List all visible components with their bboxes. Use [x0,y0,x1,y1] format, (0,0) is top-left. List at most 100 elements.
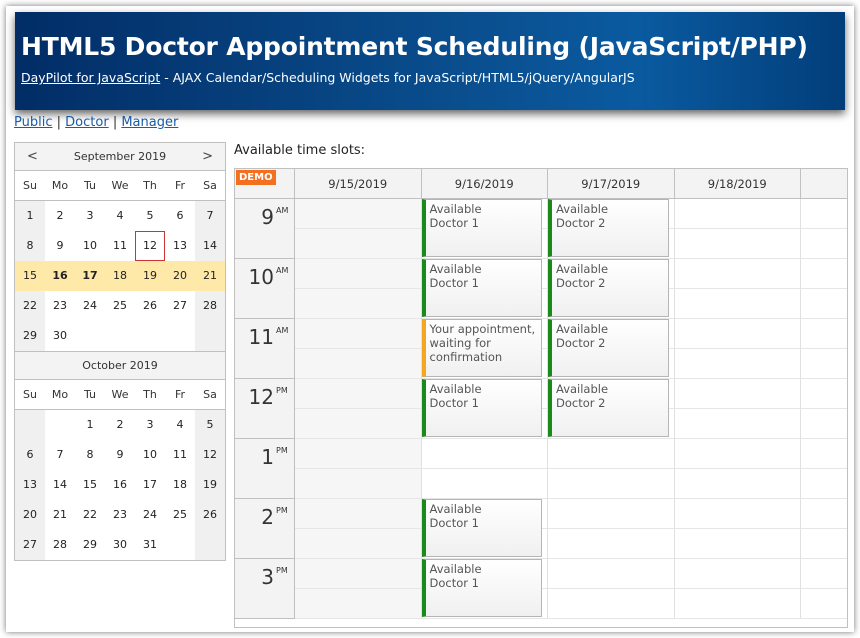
available-slot[interactable]: Available Doctor 2 [548,199,669,257]
navigator-day[interactable]: 18 [105,261,135,291]
calendar-cell[interactable] [548,499,675,529]
daypilot-link[interactable]: DayPilot for JavaScript [21,70,160,85]
navigator-day[interactable]: 29 [75,530,105,560]
calendar-cell[interactable] [295,409,422,439]
pending-appointment[interactable]: Your appointment, waiting for confirmation [421,319,542,377]
calendar-cell[interactable] [674,229,801,259]
available-slot[interactable]: Available Doctor 1 [421,259,542,317]
calendar-cell[interactable] [801,469,847,499]
navigator-day[interactable]: 21 [45,500,75,530]
navigator-day[interactable]: 19 [195,470,225,500]
navigator-day[interactable]: 17 [135,470,165,500]
calendar-cell[interactable] [674,589,801,619]
navigator-day[interactable]: 7 [45,440,75,470]
calendar-cell[interactable] [548,589,675,619]
navigator-day[interactable]: 2 [105,410,135,440]
available-slot[interactable]: Available Doctor 2 [548,319,669,377]
calendar-cell[interactable] [801,379,847,409]
calendar-cell[interactable] [801,559,847,589]
calendar-cell[interactable] [674,259,801,289]
navigator-day[interactable]: 22 [75,500,105,530]
calendar-cell[interactable] [295,469,422,499]
navigator-day[interactable]: 6 [15,440,45,470]
calendar-cell[interactable] [801,439,847,469]
navigator-day[interactable]: 1 [15,201,45,231]
navigator-day[interactable]: 14 [45,470,75,500]
available-slot[interactable]: Available Doctor 1 [421,499,542,557]
navigator-day[interactable]: 14 [195,231,225,261]
available-slot[interactable]: Available Doctor 2 [548,379,669,437]
calendar-cell[interactable] [548,439,675,469]
navigator-day[interactable]: 27 [165,291,195,321]
calendar-cell[interactable] [548,559,675,589]
navigator-day[interactable]: 30 [105,530,135,560]
navigator-day[interactable]: 31 [135,530,165,560]
navigator-day[interactable]: 30 [45,321,75,351]
calendar-cell[interactable] [295,199,422,229]
calendar-cell[interactable] [801,529,847,559]
calendar-cell[interactable] [674,379,801,409]
calendar-cell[interactable] [295,319,422,349]
navigator-day[interactable]: 23 [105,500,135,530]
navigator-day[interactable]: 15 [15,261,45,291]
calendar-cell[interactable] [421,439,548,469]
column-header[interactable]: 9/18/2019 [674,169,801,199]
navigator-day[interactable]: 5 [195,410,225,440]
calendar-cell[interactable] [801,259,847,289]
navigator-day[interactable]: 4 [105,201,135,231]
navigator-day[interactable]: 16 [45,261,75,291]
navigator-day[interactable]: 15 [75,470,105,500]
navigator-day[interactable]: 10 [75,231,105,261]
navigator-day[interactable]: 29 [15,321,45,351]
navigator-day[interactable]: 28 [45,530,75,560]
navigator-day[interactable]: 19 [135,261,165,291]
calendar-cell[interactable] [801,589,847,619]
navigator-day[interactable]: 12 [195,440,225,470]
calendar-cell[interactable] [295,379,422,409]
calendar-cell[interactable] [295,589,422,619]
available-slot[interactable]: Available Doctor 1 [421,199,542,257]
navigator-day[interactable]: 8 [15,231,45,261]
calendar-cell[interactable] [548,469,675,499]
navigator-day[interactable]: 28 [195,291,225,321]
calendar-cell[interactable] [295,499,422,529]
calendar-cell[interactable] [421,469,548,499]
calendar-cell[interactable] [674,349,801,379]
calendar-cell[interactable] [801,289,847,319]
calendar-cell[interactable] [548,529,675,559]
navigator-day[interactable]: 13 [165,231,195,261]
manager-link[interactable]: Manager [121,115,178,130]
calendar-cell[interactable] [674,199,801,229]
calendar-cell[interactable] [295,289,422,319]
navigator-day[interactable]: 7 [195,201,225,231]
column-header[interactable]: 9/17/2019 [548,169,675,199]
doctor-link[interactable]: Doctor [65,115,109,130]
navigator-day[interactable]: 9 [105,440,135,470]
column-header[interactable]: 9/16/2019 [421,169,548,199]
navigator-day[interactable]: 16 [105,470,135,500]
calendar-cell[interactable] [674,529,801,559]
navigator-day[interactable]: 25 [105,291,135,321]
calendar-cell[interactable] [801,319,847,349]
calendar-cell[interactable] [295,229,422,259]
navigator-day[interactable]: 11 [165,440,195,470]
calendar-cell[interactable] [674,319,801,349]
calendar-cell[interactable] [674,439,801,469]
navigator-day[interactable]: 18 [165,470,195,500]
calendar-cell[interactable] [295,559,422,589]
navigator-day[interactable]: 24 [75,291,105,321]
available-slot[interactable]: Available Doctor 2 [548,259,669,317]
navigator-day[interactable]: 3 [135,410,165,440]
navigator-day[interactable]: 26 [195,500,225,530]
calendar-cell[interactable] [801,229,847,259]
navigator-day[interactable]: 21 [195,261,225,291]
calendar-cell[interactable] [801,199,847,229]
calendar-cell[interactable] [295,439,422,469]
navigator-day[interactable]: 6 [165,201,195,231]
navigator-day[interactable]: 4 [165,410,195,440]
calendar-cell[interactable] [801,409,847,439]
navigator-day[interactable]: 9 [45,231,75,261]
navigator-day[interactable]: 22 [15,291,45,321]
column-header[interactable]: 9/15/2019 [295,169,422,199]
calendar-cell[interactable] [674,409,801,439]
